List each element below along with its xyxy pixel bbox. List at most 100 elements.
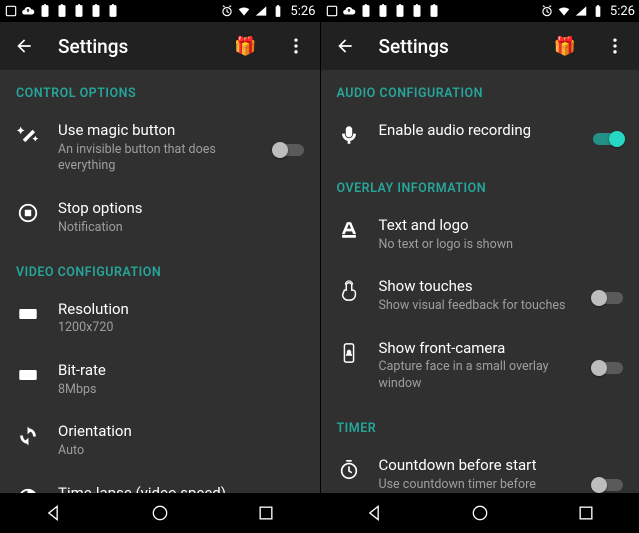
toggle-front-camera[interactable] bbox=[591, 359, 625, 377]
clipboard-icon bbox=[72, 4, 86, 18]
section-header-audio: AUDIO CONFIGURATION bbox=[321, 70, 639, 109]
status-right: 5:26 bbox=[540, 4, 635, 19]
section-header-video: VIDEO CONFIGURATION bbox=[0, 249, 320, 288]
clipboard-icon bbox=[376, 4, 390, 18]
navigation-bar bbox=[321, 493, 639, 533]
row-subtitle: Notification bbox=[58, 220, 306, 237]
section-header-control: CONTROL OPTIONS bbox=[0, 70, 320, 109]
row-subtitle: No text or logo is shown bbox=[379, 237, 626, 254]
row-title: Show touches bbox=[379, 277, 574, 297]
row-title: Orientation bbox=[58, 422, 306, 442]
gift-button[interactable]: 🎁 bbox=[230, 30, 262, 62]
clipboard-icon bbox=[38, 4, 52, 18]
row-front-camera[interactable]: Show front-camera Capture face in a smal… bbox=[321, 327, 639, 405]
row-title: Show front-camera bbox=[379, 339, 574, 359]
status-time: 5:26 bbox=[290, 4, 315, 19]
status-bar: 5:26 bbox=[0, 0, 320, 22]
clipboard-icon bbox=[106, 4, 120, 18]
row-show-touches[interactable]: Show touches Show visual feedback for to… bbox=[321, 265, 639, 326]
status-left bbox=[4, 4, 120, 18]
phone-left: 5:26 Settings 🎁 CONTROL OPTIONS Use magi… bbox=[0, 0, 320, 533]
nav-home-button[interactable] bbox=[467, 500, 493, 526]
battery-icon bbox=[271, 4, 285, 18]
row-title: Resolution bbox=[58, 300, 306, 320]
signal-icon bbox=[254, 4, 268, 18]
nav-back-button[interactable] bbox=[361, 500, 387, 526]
row-subtitle: Capture face in a small overlay window bbox=[379, 359, 574, 393]
page-title: Settings bbox=[379, 35, 532, 58]
clipboard-icon bbox=[55, 4, 69, 18]
row-magic-button[interactable]: Use magic button An invisible button tha… bbox=[0, 109, 320, 187]
wifi-icon bbox=[237, 4, 251, 18]
toggle-magic-button[interactable] bbox=[272, 141, 306, 159]
settings-list[interactable]: CONTROL OPTIONS Use magic button An invi… bbox=[0, 70, 320, 493]
timelapse-icon bbox=[16, 486, 40, 493]
row-subtitle: An invisible button that does everything bbox=[58, 142, 254, 176]
wifi-icon bbox=[557, 4, 571, 18]
toggle-enable-audio[interactable] bbox=[591, 130, 625, 148]
stop-icon bbox=[16, 201, 40, 225]
row-title: Text and logo bbox=[379, 216, 626, 236]
back-button[interactable] bbox=[8, 30, 40, 62]
signal-icon bbox=[574, 4, 588, 18]
status-left bbox=[325, 4, 441, 18]
overflow-menu-button[interactable] bbox=[599, 30, 631, 62]
row-enable-audio[interactable]: Enable audio recording bbox=[321, 109, 639, 165]
mic-icon bbox=[337, 123, 361, 147]
nav-recents-button[interactable] bbox=[573, 500, 599, 526]
row-title: Bit-rate bbox=[58, 361, 306, 381]
page-title: Settings bbox=[58, 35, 212, 58]
svg-text:HQ: HQ bbox=[24, 372, 34, 380]
touch-icon bbox=[337, 279, 361, 303]
toggle-countdown[interactable] bbox=[591, 476, 625, 493]
screenshot-icon bbox=[4, 4, 18, 18]
row-timelapse[interactable]: Time-lapse (video speed) Disable bbox=[0, 472, 320, 493]
nav-home-button[interactable] bbox=[147, 500, 173, 526]
status-bar: 5:26 bbox=[321, 0, 639, 22]
clipboard-icon bbox=[427, 4, 441, 18]
hq-icon: HQ bbox=[16, 363, 40, 387]
section-header-overlay: OVERLAY INFORMATION bbox=[321, 165, 639, 204]
row-subtitle: 8Mbps bbox=[58, 382, 306, 399]
clipboard-icon bbox=[393, 4, 407, 18]
row-title: Stop options bbox=[58, 199, 306, 219]
row-orientation[interactable]: Orientation Auto bbox=[0, 410, 320, 471]
row-countdown[interactable]: Countdown before start Use countdown tim… bbox=[321, 444, 639, 493]
row-text-logo[interactable]: Text and logo No text or logo is shown bbox=[321, 204, 639, 265]
alarm-icon bbox=[540, 4, 554, 18]
magic-wand-icon bbox=[16, 123, 40, 147]
back-button[interactable] bbox=[329, 30, 361, 62]
gift-button[interactable]: 🎁 bbox=[549, 30, 581, 62]
nav-back-button[interactable] bbox=[40, 500, 66, 526]
navigation-bar bbox=[0, 493, 320, 533]
app-bar: Settings 🎁 bbox=[321, 22, 639, 70]
screenshot-icon bbox=[325, 4, 339, 18]
overflow-menu-button[interactable] bbox=[280, 30, 312, 62]
clipboard-icon bbox=[410, 4, 424, 18]
phone-front-icon bbox=[337, 341, 361, 365]
battery-icon bbox=[591, 4, 605, 18]
row-subtitle: 1200x720 bbox=[58, 320, 306, 337]
settings-list[interactable]: AUDIO CONFIGURATION Enable audio recordi… bbox=[321, 70, 639, 493]
alarm-icon bbox=[220, 4, 234, 18]
svg-text:HD: HD bbox=[24, 310, 33, 318]
toggle-show-touches[interactable] bbox=[591, 289, 625, 307]
app-bar: Settings 🎁 bbox=[0, 22, 320, 70]
status-time: 5:26 bbox=[610, 4, 635, 19]
hd-icon: HD bbox=[16, 302, 40, 326]
row-title: Use magic button bbox=[58, 121, 254, 141]
row-subtitle: Use countdown timer before starting reco… bbox=[379, 477, 574, 494]
cloud-upload-icon bbox=[21, 4, 35, 18]
cloud-upload-icon bbox=[342, 4, 356, 18]
text-format-icon bbox=[337, 218, 361, 242]
status-right: 5:26 bbox=[220, 4, 315, 19]
row-bitrate[interactable]: HQ Bit-rate 8Mbps bbox=[0, 349, 320, 410]
clipboard-icon bbox=[359, 4, 373, 18]
nav-recents-button[interactable] bbox=[253, 500, 279, 526]
section-header-timer: TIMER bbox=[321, 405, 639, 444]
clipboard-icon bbox=[89, 4, 103, 18]
row-title: Time-lapse (video speed) bbox=[58, 484, 306, 493]
row-title: Countdown before start bbox=[379, 456, 574, 476]
row-stop-options[interactable]: Stop options Notification bbox=[0, 187, 320, 248]
row-resolution[interactable]: HD Resolution 1200x720 bbox=[0, 288, 320, 349]
